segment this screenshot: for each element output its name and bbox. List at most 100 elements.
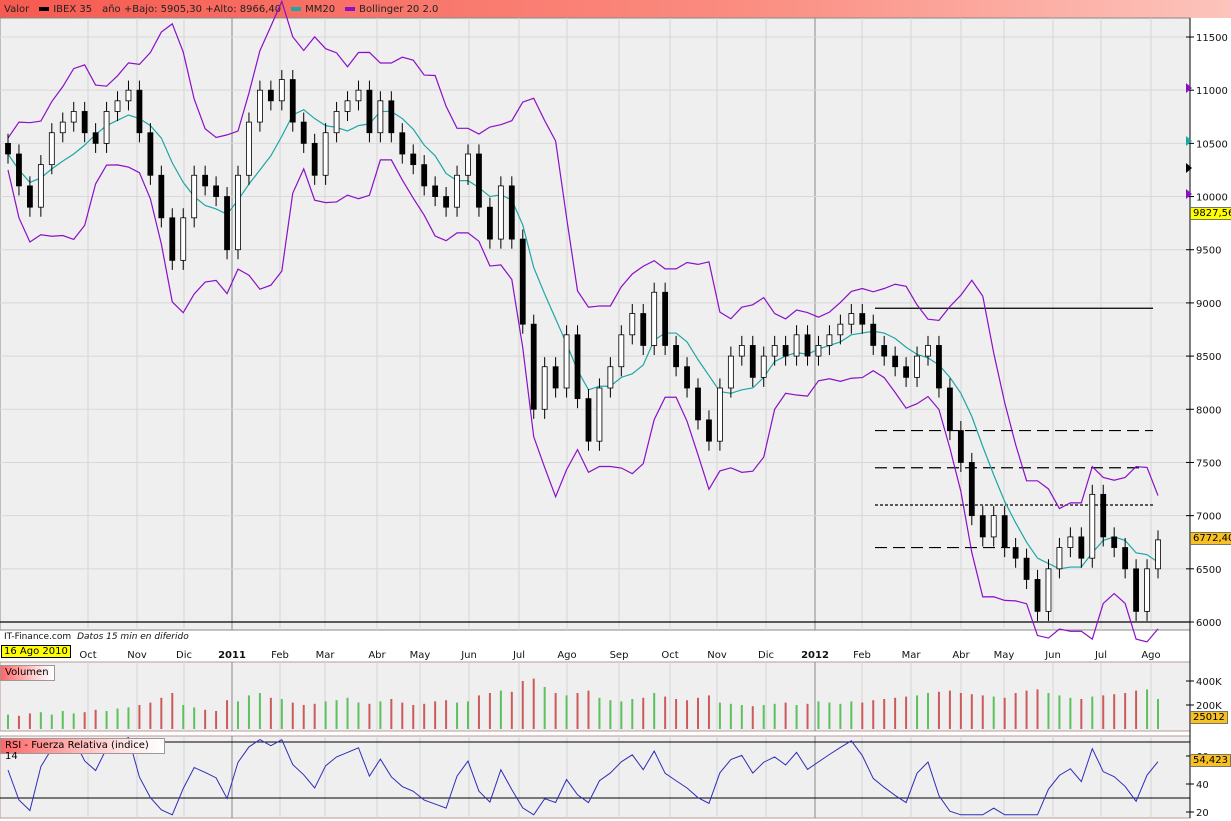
candle-body bbox=[848, 313, 855, 325]
candle-body bbox=[377, 100, 384, 134]
candle-body bbox=[344, 100, 351, 112]
month-label: May bbox=[994, 650, 1015, 661]
candle-body bbox=[629, 313, 636, 336]
candle-body bbox=[311, 142, 318, 176]
candle-body bbox=[443, 196, 449, 208]
price-tick-label: 10000 bbox=[1196, 193, 1228, 204]
price-high-tag: 9827,56 bbox=[1190, 207, 1231, 220]
month-label: Sep bbox=[610, 650, 629, 661]
candle-body bbox=[947, 387, 953, 431]
price-tick-label: 11500 bbox=[1196, 33, 1228, 44]
candle-body bbox=[37, 164, 44, 208]
price-tick-label: 7000 bbox=[1196, 512, 1221, 523]
candle-body bbox=[476, 153, 482, 208]
candle-body bbox=[508, 185, 515, 240]
month-label: Nov bbox=[127, 650, 147, 661]
credit-line: IT-Finance.com Datos 15 min en diferido bbox=[4, 632, 189, 642]
month-label: Oct bbox=[79, 650, 96, 661]
price-panel bbox=[0, 17, 1191, 631]
month-label: Dic bbox=[758, 650, 774, 661]
month-label: May bbox=[410, 650, 431, 661]
month-label: Ago bbox=[1141, 650, 1160, 661]
candle-body bbox=[278, 79, 285, 102]
month-label: Oct bbox=[661, 650, 678, 661]
candle-body bbox=[92, 132, 99, 144]
candle-body bbox=[695, 387, 701, 421]
candle-body bbox=[103, 111, 110, 144]
month-label: 2011 bbox=[218, 650, 246, 661]
candle-body bbox=[81, 111, 88, 134]
candle-body bbox=[322, 132, 329, 176]
candle-body bbox=[1045, 568, 1052, 612]
candle-body bbox=[158, 174, 165, 219]
candle-body bbox=[760, 355, 767, 378]
candle-body bbox=[925, 345, 931, 357]
candle-body bbox=[530, 323, 537, 410]
candle-body bbox=[136, 89, 143, 134]
last-price-tag: 6772,40 bbox=[1190, 532, 1231, 545]
price-tick-label: 6000 bbox=[1196, 618, 1221, 629]
month-label: Mar bbox=[316, 650, 336, 661]
candle-body bbox=[903, 366, 909, 378]
month-label: Mar bbox=[902, 650, 922, 661]
candle-body bbox=[859, 313, 866, 325]
candle-body bbox=[892, 355, 899, 368]
candle-body bbox=[388, 100, 395, 134]
candle-body bbox=[1078, 536, 1085, 559]
price-tick-label: 8000 bbox=[1196, 405, 1221, 416]
candle-body bbox=[125, 89, 132, 102]
candle-body bbox=[563, 334, 570, 389]
candle-body bbox=[1001, 515, 1008, 548]
candle-body bbox=[147, 132, 154, 176]
candle-body bbox=[881, 345, 888, 357]
month-label: Feb bbox=[271, 650, 289, 661]
rsi-tick-label: 20 bbox=[1196, 808, 1209, 819]
rsi-panel bbox=[0, 735, 1191, 819]
candle-body bbox=[202, 174, 209, 187]
candle-body bbox=[1034, 579, 1041, 612]
candle-body bbox=[1144, 568, 1150, 612]
candle-body bbox=[1023, 557, 1030, 580]
candle-body bbox=[552, 366, 559, 389]
candle-body bbox=[1111, 536, 1118, 548]
candle-body bbox=[1056, 547, 1063, 570]
candle-body bbox=[607, 366, 614, 389]
candle-body bbox=[16, 153, 22, 187]
candle-body bbox=[246, 121, 252, 176]
candle-body bbox=[333, 111, 340, 134]
candle-body bbox=[990, 515, 997, 538]
price-tick-label: 11000 bbox=[1196, 86, 1228, 97]
candle-body bbox=[213, 185, 219, 197]
month-label: 2012 bbox=[801, 650, 829, 661]
candle-body bbox=[1100, 493, 1107, 538]
candle-body bbox=[465, 153, 471, 176]
credit-note: Datos 15 min en diferido bbox=[77, 632, 189, 642]
candle-body bbox=[399, 132, 406, 155]
month-label: Jul bbox=[512, 650, 525, 661]
month-label: Abr bbox=[368, 650, 386, 661]
rsi-tick-label: 40 bbox=[1196, 780, 1209, 791]
candle-body bbox=[421, 164, 428, 187]
candle-body bbox=[936, 345, 942, 389]
candle-body bbox=[519, 238, 526, 325]
volume-panel-title: Volumen bbox=[0, 665, 55, 681]
price-tick-label: 8500 bbox=[1196, 352, 1221, 363]
price-chart[interactable]: Oct Nov Dic 2011 Feb Mar Abr May Jun Jul Ago Sep Oct… bbox=[0, 0, 1231, 821]
candle-body bbox=[662, 291, 669, 346]
candle-body bbox=[596, 387, 603, 442]
candle-body bbox=[1089, 493, 1096, 559]
candle-body bbox=[738, 345, 745, 357]
candle-body bbox=[979, 515, 986, 538]
rsi-panel-title: RSI - Fuerza Relativa (indice) 14 bbox=[0, 738, 165, 762]
price-tick-label: 9500 bbox=[1196, 246, 1221, 257]
candle-body bbox=[640, 313, 647, 346]
candle-body bbox=[1067, 536, 1074, 548]
candle-body bbox=[727, 355, 734, 389]
candle-body bbox=[749, 345, 756, 378]
candle-body bbox=[1012, 547, 1019, 559]
candle-body bbox=[432, 185, 439, 197]
candle-body bbox=[870, 323, 877, 346]
candle-body bbox=[618, 334, 625, 368]
candle-body bbox=[59, 121, 66, 134]
candle-body bbox=[487, 206, 493, 240]
